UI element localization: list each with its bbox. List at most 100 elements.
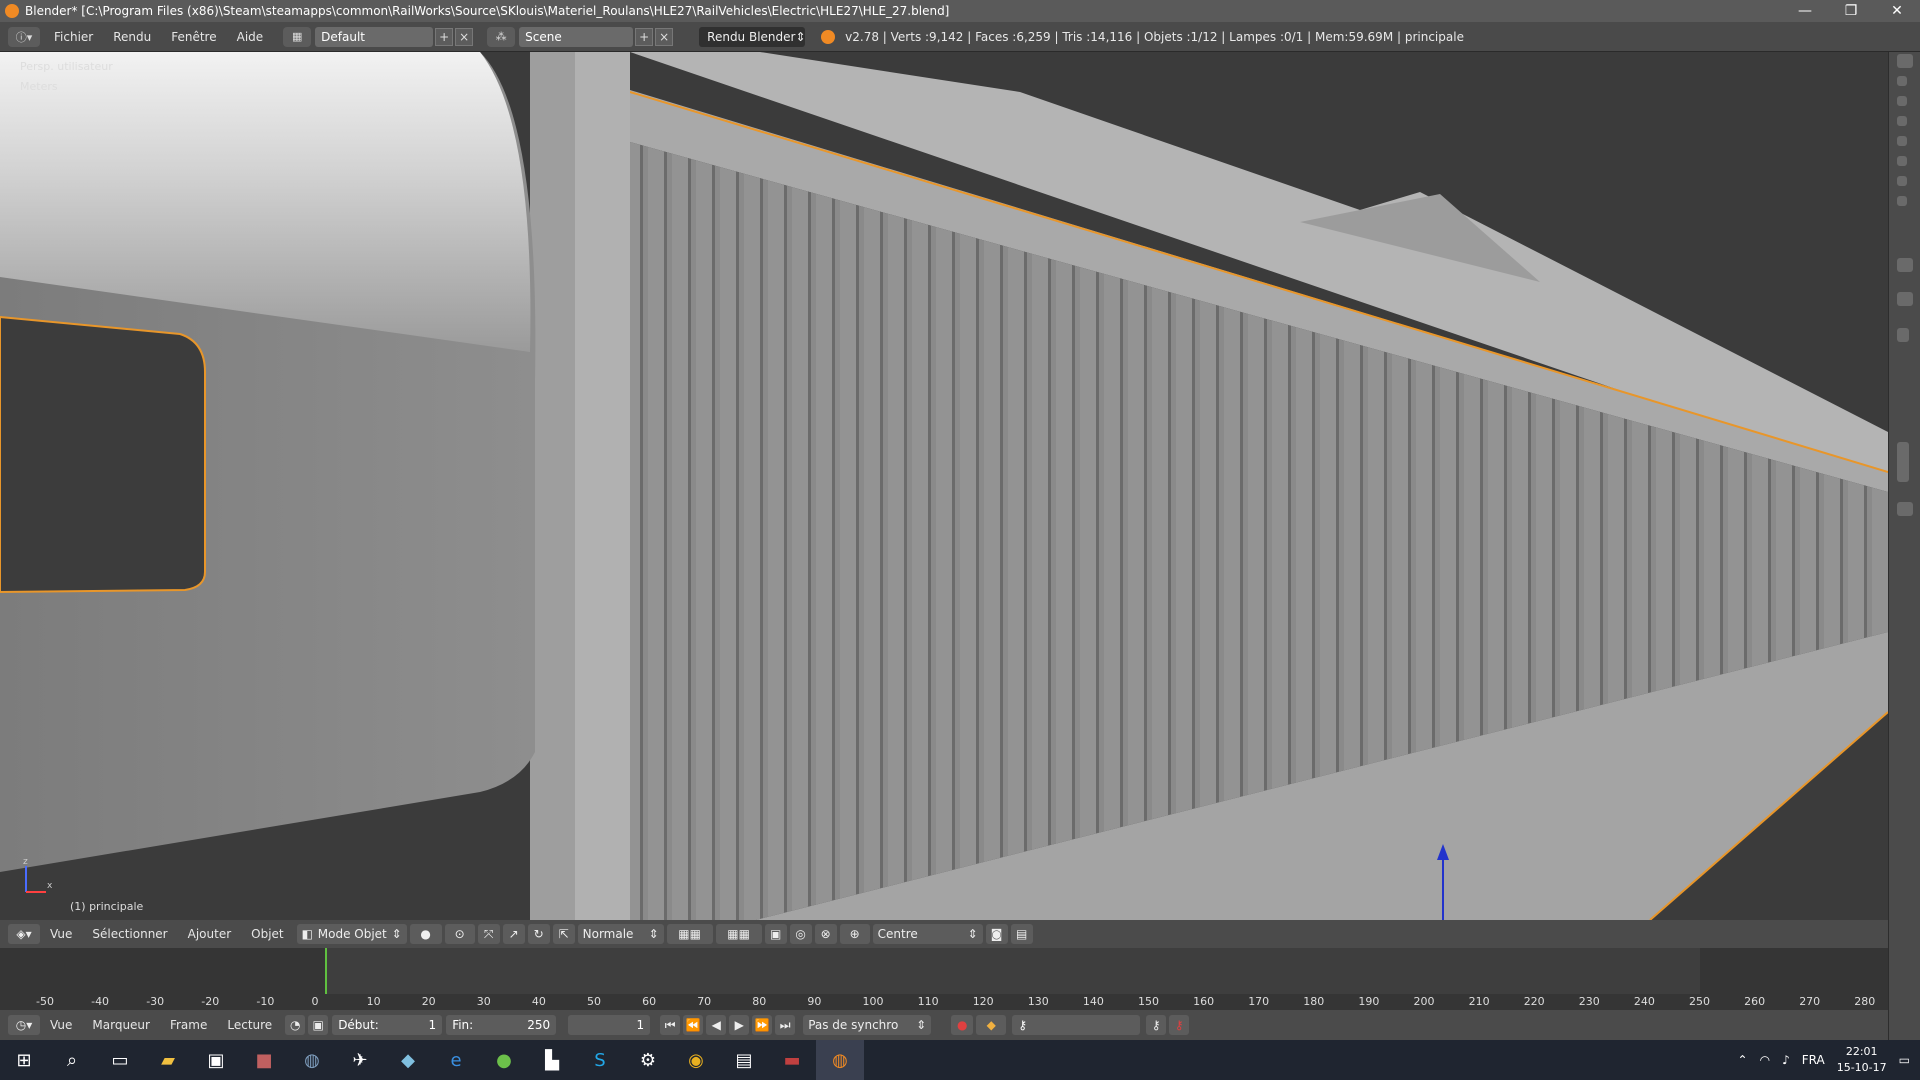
app-button-6[interactable]: ▤ — [720, 1040, 768, 1080]
auto-keyframe-button[interactable]: ● — [951, 1015, 974, 1035]
app-button-7[interactable]: ▬ — [768, 1040, 816, 1080]
app-button-4[interactable]: ◆ — [384, 1040, 432, 1080]
mode-dropdown[interactable]: ◧ Mode Objet ⇕ — [296, 924, 407, 944]
app-button-5[interactable]: ▙ — [528, 1040, 576, 1080]
menu-marker[interactable]: Marqueur — [82, 1018, 160, 1032]
close-button[interactable]: ✕ — [1874, 0, 1920, 22]
minimize-button[interactable]: — — [1782, 0, 1828, 22]
scale-button[interactable]: ⇱ — [552, 924, 575, 944]
insert-keyframe-button[interactable]: ⚷ — [1146, 1015, 1167, 1035]
start-frame-field[interactable]: Début: 1 — [332, 1015, 443, 1035]
editor-type-info-button[interactable]: ⓘ▾ — [8, 26, 40, 47]
layer-buttons-1[interactable]: ▦▦ — [666, 924, 713, 944]
jump-end-button[interactable]: ⏭ — [775, 1015, 796, 1035]
preview-range-toggle[interactable]: ◔ — [285, 1015, 306, 1035]
snap-element-dropdown[interactable]: ⊕ — [839, 924, 870, 944]
3d-viewport[interactable]: Persp. utilisateur Meters (1) principale… — [0, 52, 1888, 920]
layer-buttons-2[interactable]: ▦▦ — [715, 924, 762, 944]
app-button-3[interactable]: ✈ — [336, 1040, 384, 1080]
app-button-1[interactable]: ■ — [240, 1040, 288, 1080]
screen-layout-selector[interactable]: ▦ — [283, 26, 312, 47]
visibility-icon[interactable] — [1897, 136, 1907, 146]
current-frame-field[interactable]: 1 — [568, 1015, 651, 1035]
snap-toggle[interactable]: ⊗ — [814, 924, 837, 944]
restore-button[interactable]: ❐ — [1828, 0, 1874, 22]
menu-view[interactable]: Vue — [40, 927, 82, 941]
tray-expand-icon[interactable]: ⌃ — [1738, 1053, 1748, 1067]
end-frame-field[interactable]: Fin: 250 — [446, 1015, 557, 1035]
search-button[interactable]: ⌕ — [48, 1040, 96, 1080]
visibility-icon[interactable] — [1897, 176, 1907, 186]
play-reverse-button[interactable]: ◀ — [706, 1015, 727, 1035]
frame-ruler[interactable]: -50 -40 -30 -20 -10 0 10 20 30 40 50 60 70 80 90 100 110… — [0, 994, 1888, 1010]
jump-keyframe-forward-button[interactable]: ⏩ — [752, 1015, 773, 1035]
lock-range-toggle[interactable]: ▣ — [308, 1015, 329, 1035]
delete-screen-button[interactable]: × — [455, 27, 474, 46]
sync-mode-dropdown[interactable]: Pas de synchro ⇕ — [803, 1015, 932, 1035]
skype-button[interactable]: S — [576, 1040, 624, 1080]
render-engine-dropdown[interactable]: Rendu Blender ⇕ — [699, 26, 806, 47]
delete-scene-button[interactable]: × — [655, 27, 674, 46]
pin-icon[interactable] — [1897, 292, 1913, 306]
keying-set-field[interactable]: ⚷ — [1012, 1015, 1141, 1035]
play-button[interactable]: ▶ — [729, 1015, 750, 1035]
timeline-editor[interactable]: -50 -40 -30 -20 -10 0 10 20 30 40 50 60 70 80 90 100 110… — [0, 948, 1888, 1010]
add-screen-button[interactable]: + — [435, 27, 454, 46]
scrollbar[interactable] — [1897, 442, 1909, 482]
menu-frame[interactable]: Frame — [160, 1018, 217, 1032]
orientation-dropdown[interactable]: Normale ⇕ — [577, 924, 664, 944]
opengl-anim-button[interactable]: ▤ — [1010, 924, 1033, 944]
menu-render[interactable]: Rendu — [103, 30, 161, 44]
scene-selector[interactable]: ⁂ — [487, 26, 516, 47]
start-button[interactable]: ⊞ — [0, 1040, 48, 1080]
store-button[interactable]: ▣ — [192, 1040, 240, 1080]
settings-button[interactable]: ⚙ — [624, 1040, 672, 1080]
visibility-icon[interactable] — [1897, 96, 1907, 106]
jump-start-button[interactable]: ⏮ — [660, 1015, 681, 1035]
opengl-render-button[interactable]: ◙ — [985, 924, 1008, 944]
network-icon[interactable]: ◠ — [1760, 1053, 1770, 1067]
delete-keyframe-button[interactable]: ⚷ — [1169, 1015, 1190, 1035]
rotate-button[interactable]: ↻ — [527, 924, 550, 944]
utorrent-button[interactable]: ● — [480, 1040, 528, 1080]
snap-target-dropdown[interactable]: Centre ⇕ — [872, 924, 983, 944]
file-explorer-button[interactable]: ▰ — [144, 1040, 192, 1080]
menu-window[interactable]: Fenêtre — [161, 30, 226, 44]
add-scene-button[interactable]: + — [635, 27, 654, 46]
jump-keyframe-back-button[interactable]: ⏪ — [683, 1015, 704, 1035]
manipulator-toggle[interactable]: ⤧ — [477, 924, 500, 944]
visibility-icon[interactable] — [1897, 76, 1907, 86]
chrome-button[interactable]: ◉ — [672, 1040, 720, 1080]
editor-type-button[interactable]: ◈▾ — [8, 924, 40, 944]
menu-file[interactable]: Fichier — [44, 30, 103, 44]
volume-icon[interactable]: ♪ — [1782, 1053, 1790, 1067]
visibility-icon[interactable] — [1897, 196, 1907, 206]
screen-layout-field[interactable]: Default — [315, 26, 434, 47]
menu-object[interactable]: Objet — [241, 927, 293, 941]
translate-button[interactable]: ↗ — [502, 924, 525, 944]
language-indicator[interactable]: FRA — [1802, 1053, 1825, 1067]
menu-help[interactable]: Aide — [227, 30, 274, 44]
menu-select[interactable]: Sélectionner — [82, 927, 177, 941]
object-icon[interactable] — [1897, 502, 1913, 516]
visibility-icon[interactable] — [1897, 156, 1907, 166]
keying-dropdown[interactable]: ◆ — [976, 1015, 1007, 1035]
scroll-arrow-icon[interactable] — [1897, 328, 1909, 342]
proportional-edit-button[interactable]: ◎ — [789, 924, 812, 944]
editor-type-button[interactable]: ◷▾ — [8, 1015, 40, 1035]
clock[interactable]: 22:01 15-10-17 — [1837, 1044, 1887, 1076]
lock-layers-button[interactable]: ▣ — [764, 924, 787, 944]
properties-icon[interactable] — [1897, 258, 1913, 272]
scene-field[interactable]: Scene — [519, 26, 634, 47]
outliner-icon[interactable] — [1897, 54, 1913, 68]
shading-dropdown[interactable]: ● — [409, 924, 442, 944]
blender-taskbar-button[interactable]: ◍ — [816, 1040, 864, 1080]
app-button-2[interactable]: ◍ — [288, 1040, 336, 1080]
menu-view[interactable]: Vue — [40, 1018, 82, 1032]
menu-playback[interactable]: Lecture — [217, 1018, 282, 1032]
visibility-icon[interactable] — [1897, 116, 1907, 126]
right-editor-strip[interactable] — [1888, 52, 1920, 1040]
notifications-icon[interactable]: ▭ — [1899, 1053, 1910, 1067]
task-view-button[interactable]: ▭ — [96, 1040, 144, 1080]
edge-button[interactable]: e — [432, 1040, 480, 1080]
